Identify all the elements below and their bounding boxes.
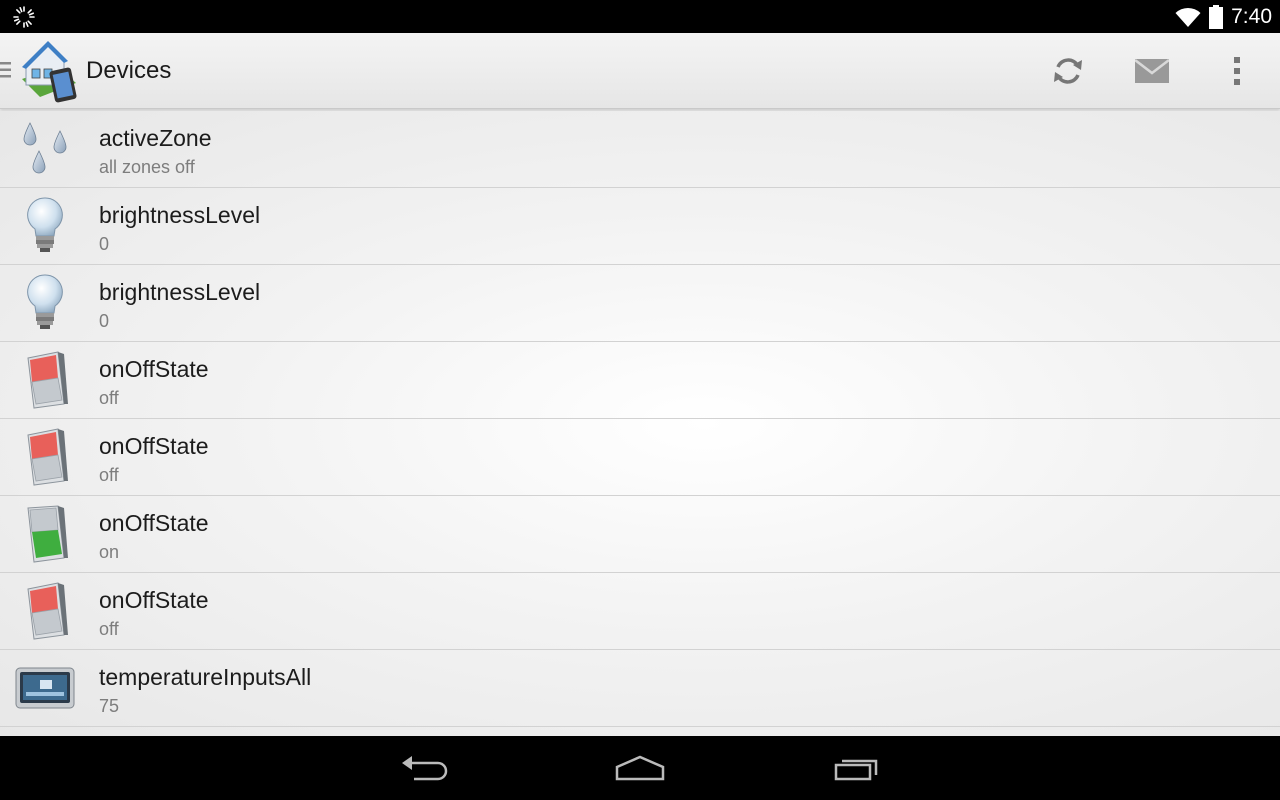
back-icon bbox=[402, 756, 448, 781]
home-icon bbox=[615, 755, 665, 781]
wifi-icon bbox=[1175, 7, 1201, 27]
navigation-bar bbox=[0, 736, 1280, 800]
device-state: 75 bbox=[99, 696, 120, 716]
back-button[interactable] bbox=[384, 748, 464, 788]
device-name: onOffState bbox=[99, 433, 209, 459]
mail-icon bbox=[1135, 59, 1169, 83]
house-tablet-icon[interactable] bbox=[18, 39, 80, 103]
overflow-menu-button[interactable] bbox=[1212, 47, 1262, 95]
device-state: off bbox=[99, 465, 119, 485]
device-state: all zones off bbox=[99, 157, 195, 177]
switch-off-icon bbox=[27, 428, 68, 486]
device-name: onOffState bbox=[99, 356, 209, 382]
device-state: on bbox=[99, 542, 120, 562]
recents-button[interactable] bbox=[817, 748, 897, 788]
device-name: brightnessLevel bbox=[99, 279, 261, 305]
device-name: temperatureInputsAll bbox=[99, 664, 312, 690]
device-name: onOffState bbox=[99, 510, 209, 536]
water-drops-icon bbox=[23, 122, 67, 174]
loading-spinner-icon bbox=[13, 6, 35, 28]
list-item[interactable]: temperatureInputsAll 75 bbox=[0, 650, 1280, 727]
device-state: off bbox=[99, 388, 119, 408]
overflow-menu-icon bbox=[1234, 57, 1240, 85]
list-item[interactable]: onOffState off bbox=[0, 573, 1280, 650]
home-button[interactable] bbox=[600, 748, 680, 788]
list-item[interactable]: onOffState off bbox=[0, 342, 1280, 419]
page-title: Devices bbox=[86, 57, 172, 84]
mail-button[interactable] bbox=[1127, 47, 1177, 95]
drawer-indicator-icon[interactable] bbox=[0, 59, 12, 81]
list-item[interactable]: activeZone all zones off bbox=[0, 111, 1280, 188]
thermostat-icon bbox=[15, 667, 75, 709]
device-list: activeZone all zones off brightnessLevel… bbox=[0, 111, 1280, 736]
list-item[interactable]: brightnessLevel 0 bbox=[0, 265, 1280, 342]
switch-off-icon bbox=[27, 351, 68, 409]
battery-icon bbox=[1209, 4, 1224, 29]
list-item[interactable]: onOffState off bbox=[0, 419, 1280, 496]
light-bulb-icon bbox=[27, 197, 63, 252]
status-bar: 7:40 bbox=[0, 0, 1280, 33]
status-icons: 7:40 bbox=[1175, 0, 1272, 33]
light-bulb-icon bbox=[27, 274, 63, 329]
clock: 7:40 bbox=[1231, 4, 1272, 28]
refresh-button[interactable] bbox=[1043, 47, 1093, 95]
refresh-icon bbox=[1054, 58, 1082, 84]
device-state: 0 bbox=[99, 311, 110, 331]
recents-icon bbox=[834, 759, 878, 781]
device-state: off bbox=[99, 619, 119, 639]
device-name: activeZone bbox=[99, 125, 212, 151]
list-item[interactable]: brightnessLevel 0 bbox=[0, 188, 1280, 265]
action-bar: Devices bbox=[0, 33, 1280, 109]
list-item[interactable]: onOffState on bbox=[0, 496, 1280, 573]
device-name: brightnessLevel bbox=[99, 202, 261, 228]
switch-on-icon bbox=[27, 505, 68, 563]
switch-off-icon bbox=[27, 582, 68, 640]
device-state: 0 bbox=[99, 234, 110, 254]
device-name: onOffState bbox=[99, 587, 209, 613]
